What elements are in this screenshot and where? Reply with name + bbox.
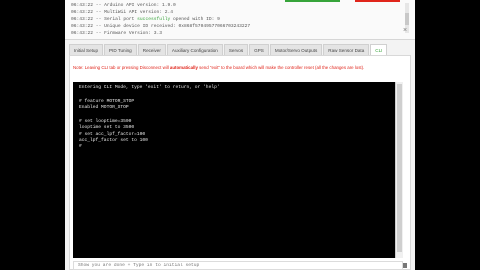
tab-raw-sensor-data[interactable]: Raw Sensor Data — [323, 44, 370, 55]
cli-note-suffix: send "exit" to the board which will make… — [197, 65, 365, 70]
connected-indicator — [285, 0, 340, 2]
tab-motor-servo-outputs[interactable]: Motor/Servo Outputs — [269, 44, 323, 55]
tab-bar: Initial Setup PID Tuning Receiver Auxili… — [69, 44, 388, 55]
tab-cli[interactable]: CLI — [370, 44, 388, 55]
pause-icon[interactable] — [403, 263, 407, 268]
log-line: 06:43:22 -- MultiWii API version: 2.4 — [71, 10, 173, 15]
tab-initial-setup[interactable]: Initial Setup — [69, 44, 104, 55]
tab-pid-tuning[interactable]: PID Tuning — [104, 44, 137, 55]
log-line: 06:43:22 -- Unique device ID received: 0… — [71, 24, 251, 29]
terminal-line: acc_lpf_factor set to 100 — [79, 138, 148, 143]
scrollbar-thumb[interactable] — [397, 84, 402, 252]
cli-terminal: Entering CLI Mode, type 'exit' to return… — [73, 82, 403, 258]
log-line: 06:43:22 -- Arduino API version: 1.9.0 — [71, 3, 176, 8]
cli-warning-note: Note: Leaving CLI tab or pressing Discon… — [73, 65, 403, 71]
log-line: 06:43:22 -- Firmware Version: 3.3 — [71, 31, 162, 36]
close-icon[interactable]: × — [403, 27, 407, 34]
tab-gps[interactable]: GPS — [249, 44, 269, 55]
terminal-line: # — [79, 144, 82, 149]
terminal-line: Entering CLI Mode, type 'exit' to return… — [79, 85, 220, 90]
cli-command-input[interactable] — [73, 261, 403, 270]
log-highlight: successfully — [137, 17, 171, 22]
log-line-serial: 06:43:22 -- Serial port successfully ope… — [71, 17, 220, 22]
terminal-scrollbar[interactable] — [395, 82, 403, 258]
cli-note-prefix: Note: Leaving CLI tab or pressing Discon… — [73, 65, 170, 70]
scrollbar-thumb[interactable] — [405, 13, 409, 25]
tab-servos[interactable]: Servos — [223, 44, 249, 55]
terminal-line: Enabled MOTOR_STOP — [79, 105, 129, 110]
log-panel: 06:43:22 -- Arduino API version: 1.9.0 0… — [65, 0, 415, 40]
tab-auxiliary-configuration[interactable]: Auxiliary Configuration — [166, 44, 223, 55]
tab-receiver[interactable]: Receiver — [137, 44, 166, 55]
disconnect-indicator[interactable] — [355, 0, 400, 2]
cli-note-bold: automatically — [169, 65, 198, 70]
terminal-line: looptime set to 3500 — [79, 125, 135, 130]
